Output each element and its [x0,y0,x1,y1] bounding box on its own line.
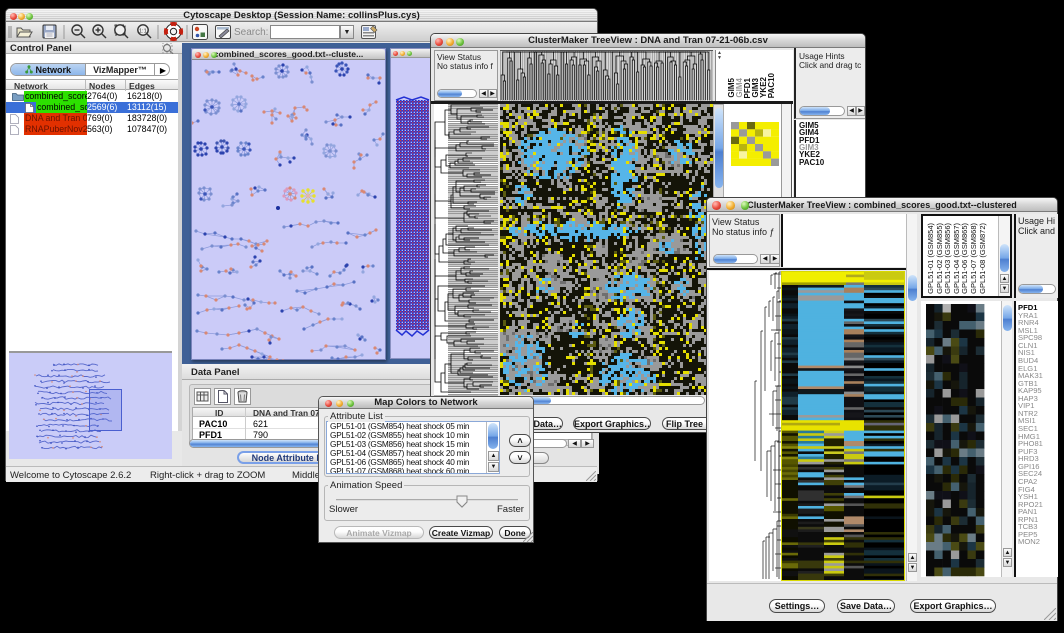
svg-text:1:1: 1:1 [139,29,147,35]
